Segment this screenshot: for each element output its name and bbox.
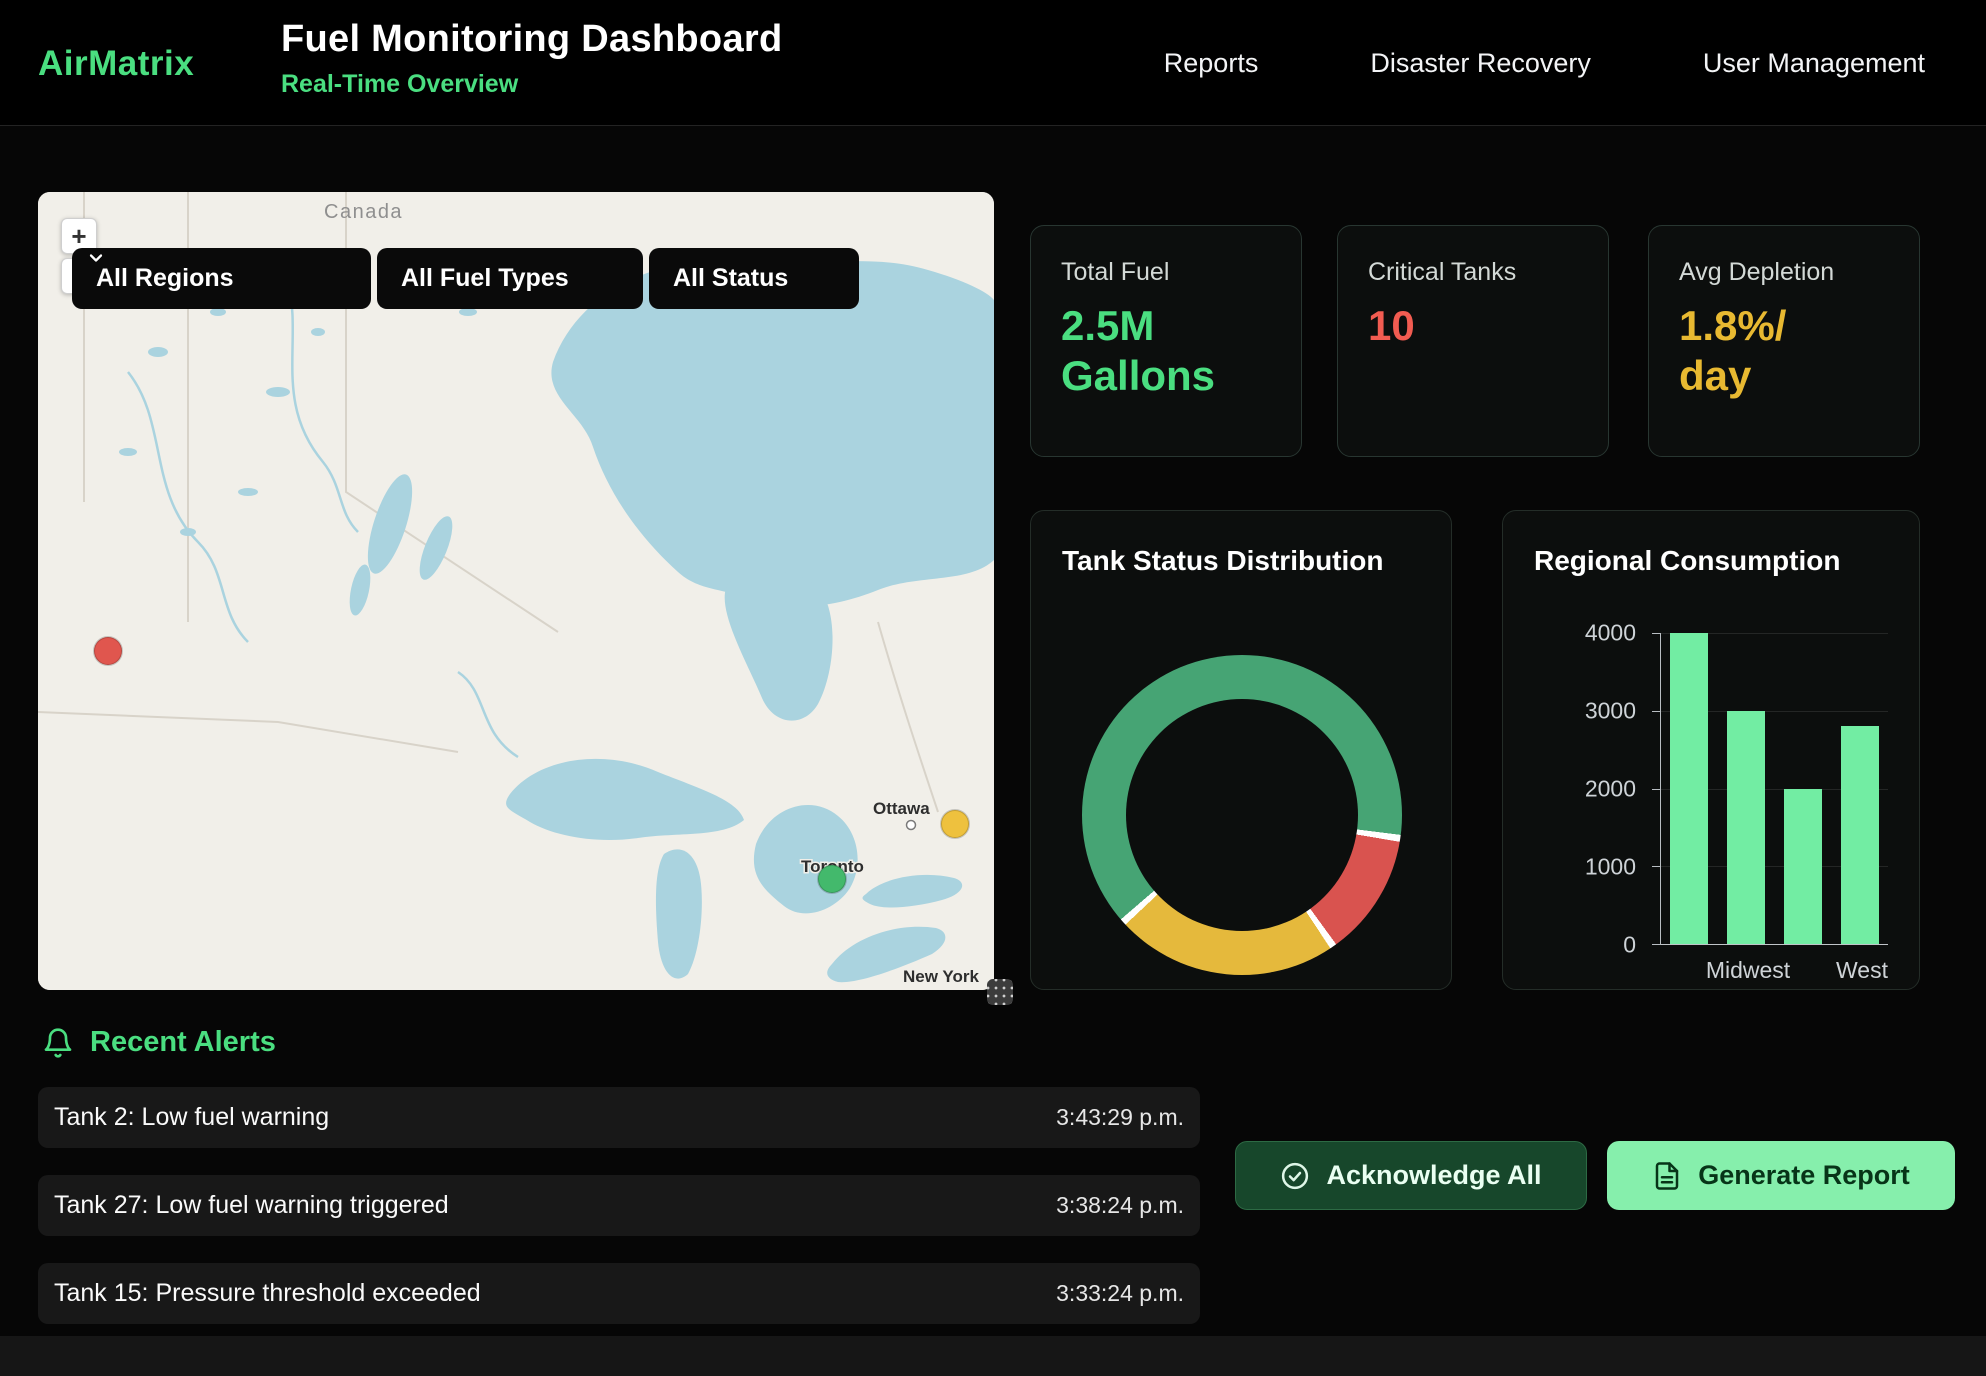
x-tick-label: Midwest <box>1706 957 1790 984</box>
generate-report-label: Generate Report <box>1698 1160 1910 1191</box>
stat-card-total-fuel: Total Fuel 2.5M Gallons <box>1030 225 1302 457</box>
tank-marker-normal[interactable] <box>818 865 846 893</box>
tank-status-title: Tank Status Distribution <box>1062 545 1384 577</box>
main-nav: Reports Disaster Recovery User Managemen… <box>1164 0 1925 126</box>
tank-marker-critical[interactable] <box>94 637 122 665</box>
consumption-bar <box>1670 633 1708 944</box>
map-resize-handle[interactable] <box>987 979 1013 1005</box>
acknowledge-all-label: Acknowledge All <box>1326 1160 1541 1191</box>
consumption-bar <box>1727 711 1765 944</box>
stat-value: 1.8%/ day <box>1679 301 1889 402</box>
stat-label: Total Fuel <box>1061 258 1271 287</box>
stat-label: Avg Depletion <box>1679 258 1889 287</box>
tank-status-donut <box>1082 655 1402 975</box>
fuel-type-filter-value: All Fuel Types <box>401 264 569 293</box>
alert-timestamp: 3:43:29 p.m. <box>1056 1104 1184 1131</box>
stat-value: 2.5M Gallons <box>1061 301 1271 402</box>
label-ottawa: Ottawa <box>873 799 930 818</box>
nav-disaster-recovery[interactable]: Disaster Recovery <box>1370 48 1591 79</box>
alert-row[interactable]: Tank 27: Low fuel warning triggered 3:38… <box>38 1175 1200 1236</box>
page-title: Fuel Monitoring Dashboard <box>281 18 782 61</box>
region-filter-dropdown[interactable]: All Regions <box>72 248 371 309</box>
map-filter-bar: All Regions All Fuel Types All Status <box>72 248 859 309</box>
axis-tick <box>1652 633 1660 634</box>
gridline <box>1661 944 1888 945</box>
y-tick-label: 2000 <box>1536 776 1636 803</box>
stat-card-critical-tanks: Critical Tanks 10 <box>1337 225 1609 457</box>
consumption-bar <box>1784 789 1822 945</box>
regional-consumption-card: Regional Consumption 40003000200010000 M… <box>1502 510 1920 990</box>
status-filter-value: All Status <box>673 264 788 293</box>
y-tick-label: 1000 <box>1536 854 1636 881</box>
page-subtitle: Real-Time Overview <box>281 70 782 99</box>
title-block: Fuel Monitoring Dashboard Real-Time Over… <box>281 18 782 99</box>
region-filter-value: All Regions <box>96 264 234 293</box>
acknowledge-all-button[interactable]: Acknowledge All <box>1235 1141 1587 1210</box>
alert-row[interactable]: Tank 15: Pressure threshold exceeded 3:3… <box>38 1263 1200 1324</box>
axis-tick <box>1652 789 1660 790</box>
recent-alerts-title: Recent Alerts <box>90 1026 276 1059</box>
x-tick-label <box>1660 957 1706 984</box>
generate-report-button[interactable]: Generate Report <box>1607 1141 1955 1210</box>
x-tick-label <box>1790 957 1836 984</box>
check-circle-icon <box>1280 1161 1310 1191</box>
stat-card-avg-depletion: Avg Depletion 1.8%/ day <box>1648 225 1920 457</box>
alert-message: Tank 15: Pressure threshold exceeded <box>54 1279 481 1308</box>
nav-reports[interactable]: Reports <box>1164 48 1259 79</box>
tank-marker-warning[interactable] <box>941 810 969 838</box>
bottom-panel-edge <box>0 1336 1986 1376</box>
map-canvas[interactable]: Canada Ottawa Toronto New York <box>38 192 994 990</box>
header: AirMatrix Fuel Monitoring Dashboard Real… <box>0 0 1986 126</box>
map-panel[interactable]: Canada Ottawa Toronto New York + − All R… <box>38 192 994 990</box>
fuel-type-filter-dropdown[interactable]: All Fuel Types <box>377 248 643 309</box>
y-tick-label: 4000 <box>1536 620 1636 647</box>
alert-timestamp: 3:38:24 p.m. <box>1056 1192 1184 1219</box>
status-filter-dropdown[interactable]: All Status <box>649 248 859 309</box>
bar-chart-x-labels: Midwest West <box>1660 957 1888 984</box>
bell-icon <box>42 1027 74 1059</box>
donut-hole <box>1126 699 1358 931</box>
recent-alerts-heading: Recent Alerts <box>42 1026 276 1059</box>
y-tick-label: 3000 <box>1536 698 1636 725</box>
bar-chart-y-labels: 40003000200010000 <box>1550 633 1650 945</box>
fuel-monitoring-dashboard: AirMatrix Fuel Monitoring Dashboard Real… <box>0 0 1986 1376</box>
axis-tick <box>1652 711 1660 712</box>
alert-timestamp: 3:33:24 p.m. <box>1056 1280 1184 1307</box>
alert-message: Tank 2: Low fuel warning <box>54 1103 329 1132</box>
axis-tick <box>1652 866 1660 867</box>
consumption-bar <box>1841 726 1879 944</box>
document-icon <box>1652 1161 1682 1191</box>
nav-user-management[interactable]: User Management <box>1703 48 1925 79</box>
y-tick-label: 0 <box>1536 932 1636 959</box>
regional-consumption-title: Regional Consumption <box>1534 545 1840 577</box>
stat-value: 10 <box>1368 301 1578 351</box>
axis-tick <box>1652 944 1660 945</box>
alert-row[interactable]: Tank 2: Low fuel warning 3:43:29 p.m. <box>38 1087 1200 1148</box>
alert-message: Tank 27: Low fuel warning triggered <box>54 1191 449 1220</box>
label-new-york: New York <box>903 967 979 986</box>
tank-status-card: Tank Status Distribution <box>1030 510 1452 990</box>
stat-label: Critical Tanks <box>1368 258 1578 287</box>
brand-logo[interactable]: AirMatrix <box>38 44 194 84</box>
bar-chart-plot <box>1660 633 1888 945</box>
chevron-down-icon <box>86 248 106 268</box>
label-canada: Canada <box>324 201 403 223</box>
x-tick-label: West <box>1836 957 1888 984</box>
ottawa-capital-dot <box>907 821 916 830</box>
